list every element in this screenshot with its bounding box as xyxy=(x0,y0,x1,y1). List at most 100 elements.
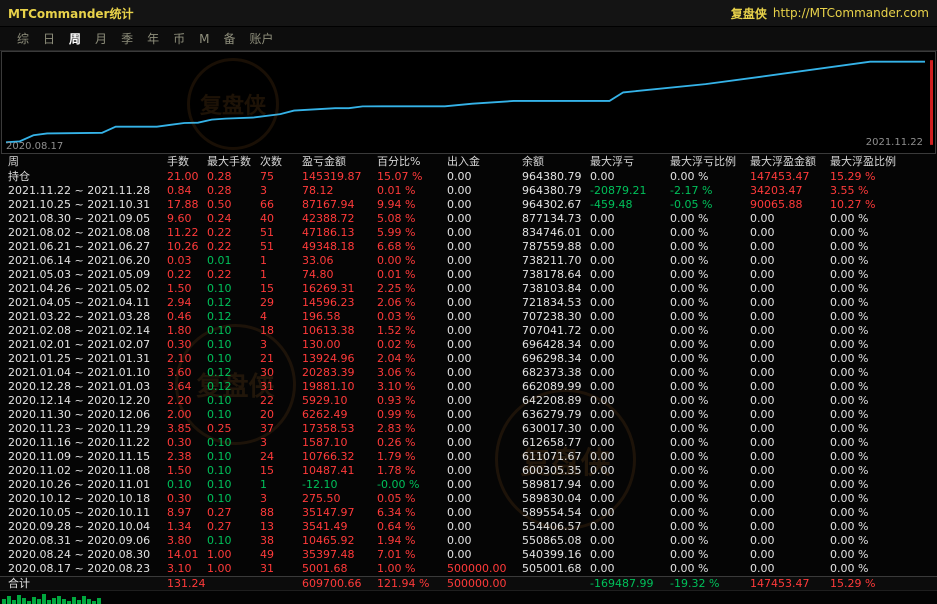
week-row[interactable]: 2020.08.17 ~ 2020.08.233.101.00315001.68… xyxy=(0,562,937,576)
week-row[interactable]: 2021.03.22 ~ 2021.03.280.460.124196.580.… xyxy=(0,310,937,324)
week-row[interactable]: 2020.11.09 ~ 2020.11.152.380.102410766.3… xyxy=(0,450,937,464)
table-cell: 1.79 % xyxy=(377,450,447,464)
table-cell: 0.00 % xyxy=(830,226,920,240)
table-cell: 74.80 xyxy=(302,268,377,282)
week-row[interactable]: 2021.11.22 ~ 2021.11.280.840.28378.120.0… xyxy=(0,184,937,198)
table-cell: 0.00 % xyxy=(670,548,750,562)
table-cell: 2021.06.21 ~ 2021.06.27 xyxy=(0,240,167,254)
mini-bar xyxy=(22,598,26,604)
table-cell: 0.00 % xyxy=(670,212,750,226)
table-cell: -20879.21 xyxy=(590,184,670,198)
table-cell: 964302.67 xyxy=(522,198,590,212)
column-header: 最大浮亏 xyxy=(590,154,670,170)
table-cell: 738211.70 xyxy=(522,254,590,268)
tab-overview[interactable]: 综 xyxy=(10,30,36,47)
week-row[interactable]: 2021.02.01 ~ 2021.02.070.300.103130.000.… xyxy=(0,338,937,352)
tab-day[interactable]: 日 xyxy=(36,30,62,47)
table-cell: 10.27 % xyxy=(830,198,920,212)
tab-m[interactable]: M xyxy=(192,32,216,46)
table-cell: 3.55 % xyxy=(830,184,920,198)
position-row[interactable]: 持仓21.000.2875145319.8715.07 %0.00964380.… xyxy=(0,170,937,184)
table-cell: 20283.39 xyxy=(302,366,377,380)
week-row[interactable]: 2021.02.08 ~ 2021.02.141.800.101810613.3… xyxy=(0,324,937,338)
tab-quarter[interactable]: 季 xyxy=(114,30,140,47)
tab-notes[interactable]: 备 xyxy=(216,30,242,47)
table-cell: -459.48 xyxy=(590,198,670,212)
table-cell: 540399.16 xyxy=(522,548,590,562)
table-cell: 4 xyxy=(260,310,302,324)
week-row[interactable]: 2020.12.28 ~ 2021.01.033.640.123119881.1… xyxy=(0,380,937,394)
total-row[interactable]: 合计131.24609700.66121.94 %500000.00-16948… xyxy=(0,576,937,590)
table-cell: 13924.96 xyxy=(302,352,377,366)
week-row[interactable]: 2020.10.26 ~ 2020.11.010.100.101-12.10-0… xyxy=(0,478,937,492)
week-row[interactable]: 2020.11.02 ~ 2020.11.081.500.101510487.4… xyxy=(0,464,937,478)
table-cell: 0.00 xyxy=(750,352,830,366)
table-cell: 5.08 % xyxy=(377,212,447,226)
week-row[interactable]: 2021.04.26 ~ 2021.05.021.500.101516269.3… xyxy=(0,282,937,296)
table-cell: 0.00 % xyxy=(670,464,750,478)
table-cell: 554406.57 xyxy=(522,520,590,534)
table-cell: 10613.38 xyxy=(302,324,377,338)
tab-account[interactable]: 账户 xyxy=(242,30,280,47)
week-row[interactable]: 2020.08.24 ~ 2020.08.3014.011.004935397.… xyxy=(0,548,937,562)
tab-year[interactable]: 年 xyxy=(140,30,166,47)
table-cell: -19.32 % xyxy=(670,577,750,590)
tab-currency[interactable]: 币 xyxy=(166,30,192,47)
table-cell: 5001.68 xyxy=(302,562,377,576)
table-cell: 1 xyxy=(260,478,302,492)
week-row[interactable]: 2020.11.30 ~ 2020.12.062.000.10206262.49… xyxy=(0,408,937,422)
table-cell: 15.07 % xyxy=(377,170,447,184)
week-row[interactable]: 2020.08.31 ~ 2020.09.063.800.103810465.9… xyxy=(0,534,937,548)
table-cell: 0.00 xyxy=(590,478,670,492)
table-cell: 0.00 % xyxy=(670,366,750,380)
column-header: 百分比% xyxy=(377,154,447,170)
week-row[interactable]: 2021.06.14 ~ 2021.06.200.030.01133.060.0… xyxy=(0,254,937,268)
table-cell: 0.00 xyxy=(447,436,522,450)
table-cell: 196.58 xyxy=(302,310,377,324)
table-cell: 2021.04.05 ~ 2021.04.11 xyxy=(0,296,167,310)
table-cell: 0.00 xyxy=(590,324,670,338)
table-cell: 0.00 % xyxy=(670,506,750,520)
week-row[interactable]: 2021.08.02 ~ 2021.08.0811.220.225147186.… xyxy=(0,226,937,240)
table-cell: 0.00 xyxy=(590,310,670,324)
week-row[interactable]: 2021.01.04 ~ 2021.01.103.600.123020283.3… xyxy=(0,366,937,380)
table-cell: 0.00 % xyxy=(670,520,750,534)
table-cell: 2021.06.14 ~ 2021.06.20 xyxy=(0,254,167,268)
tab-month[interactable]: 月 xyxy=(88,30,114,47)
week-row[interactable]: 2020.12.14 ~ 2020.12.202.200.10225929.10… xyxy=(0,394,937,408)
table-cell: 0.10 xyxy=(207,352,260,366)
table-cell: 6.34 % xyxy=(377,506,447,520)
week-row[interactable]: 2021.08.30 ~ 2021.09.059.600.244042388.7… xyxy=(0,212,937,226)
table-cell: 0.00 % xyxy=(830,324,920,338)
week-row[interactable]: 2020.11.23 ~ 2020.11.293.850.253717358.5… xyxy=(0,422,937,436)
brand-url-link[interactable]: http://MTCommander.com xyxy=(773,6,929,20)
week-row[interactable]: 2020.09.28 ~ 2020.10.041.340.27133541.49… xyxy=(0,520,937,534)
week-row[interactable]: 2021.05.03 ~ 2021.05.090.220.22174.800.0… xyxy=(0,268,937,282)
week-row[interactable]: 2020.11.16 ~ 2020.11.220.300.1031587.100… xyxy=(0,436,937,450)
table-cell: 0.00 xyxy=(447,478,522,492)
table-cell: 0.12 xyxy=(207,380,260,394)
week-row[interactable]: 2021.01.25 ~ 2021.01.312.100.102113924.9… xyxy=(0,352,937,366)
table-cell: 721834.53 xyxy=(522,296,590,310)
table-cell: 0.00 % xyxy=(830,282,920,296)
week-row[interactable]: 2021.10.25 ~ 2021.10.3117.880.506687167.… xyxy=(0,198,937,212)
tab-week[interactable]: 周 xyxy=(62,30,88,47)
table-cell: 87167.94 xyxy=(302,198,377,212)
table-cell: 2020.10.12 ~ 2020.10.18 xyxy=(0,492,167,506)
table-cell: 0.12 xyxy=(207,296,260,310)
table-cell: 90065.88 xyxy=(750,198,830,212)
table-cell: -0.00 % xyxy=(377,478,447,492)
mini-bar xyxy=(37,599,41,604)
table-cell: 0.00 % xyxy=(830,380,920,394)
table-cell xyxy=(260,577,302,590)
week-row[interactable]: 2021.04.05 ~ 2021.04.112.940.122914596.2… xyxy=(0,296,937,310)
week-row[interactable]: 2020.10.05 ~ 2020.10.118.970.278835147.9… xyxy=(0,506,937,520)
mini-bar xyxy=(52,598,56,604)
table-cell: 0.00 % xyxy=(670,310,750,324)
table-cell: 0.00 xyxy=(447,534,522,548)
week-row[interactable]: 2021.06.21 ~ 2021.06.2710.260.225149348.… xyxy=(0,240,937,254)
table-cell: 0.00 xyxy=(447,198,522,212)
week-row[interactable]: 2020.10.12 ~ 2020.10.180.300.103275.500.… xyxy=(0,492,937,506)
table-cell: 2020.12.14 ~ 2020.12.20 xyxy=(0,394,167,408)
table-cell: 2.94 xyxy=(167,296,207,310)
